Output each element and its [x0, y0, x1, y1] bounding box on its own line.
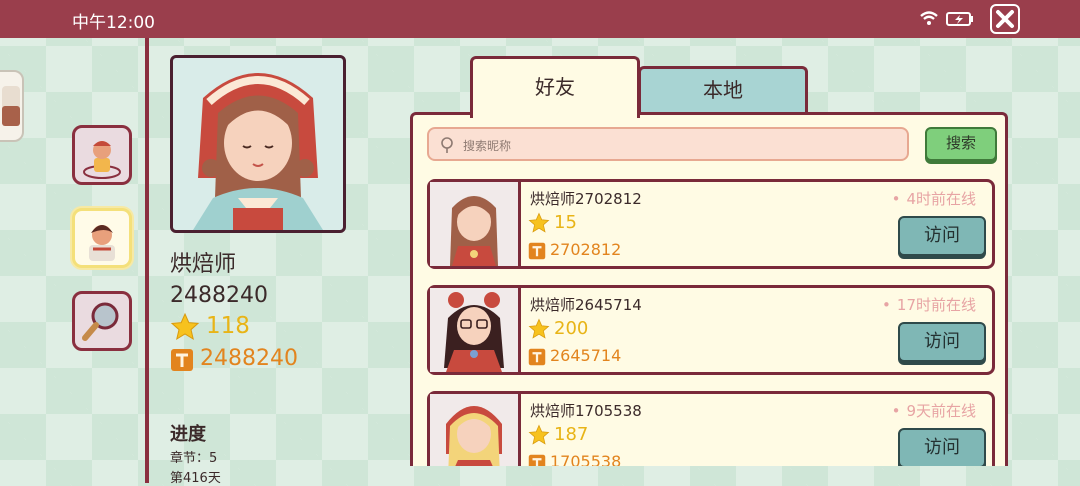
star-icon [528, 424, 550, 445]
player-name: 烘焙师 [170, 252, 237, 277]
visit-button[interactable]: 访问 [898, 428, 986, 466]
friend-card: 烘焙师2702812 15 2702812 4时前在线 访问 [427, 179, 995, 269]
friend-online-status: 17时前在线 [882, 294, 976, 315]
search-input[interactable]: 搜索昵称 [427, 127, 909, 161]
status-bar: 中午12:00 [0, 0, 1080, 38]
tab-local[interactable]: 本地 [638, 66, 808, 114]
sidebar-friends-button[interactable] [72, 208, 132, 268]
chef-avatar-icon [83, 141, 121, 179]
search-placeholder: 搜索昵称 [463, 139, 512, 153]
friend-code: 2702812 [550, 240, 622, 259]
magnifier-icon [82, 302, 119, 341]
friend-portrait [450, 196, 498, 266]
visit-button[interactable]: 访问 [898, 216, 986, 256]
jar-icon [2, 86, 20, 126]
battery-icon [946, 12, 973, 26]
friend-avatar [430, 182, 521, 266]
code-badge-icon [528, 348, 546, 366]
visit-button[interactable]: 访问 [898, 322, 986, 362]
star-icon [528, 318, 550, 339]
star-icon [528, 212, 550, 233]
sidebar-profile-button[interactable] [72, 125, 132, 185]
tab-friends[interactable]: 好友 [470, 56, 640, 118]
friend-name: 烘焙师2645714 [530, 296, 642, 314]
star-icon [170, 312, 200, 341]
code-badge-icon [528, 454, 546, 466]
player-id: 2488240 [170, 283, 268, 308]
friend-code: 2645714 [550, 346, 622, 365]
player-code: 2488240 [200, 346, 298, 371]
friend-code: 1705538 [550, 452, 622, 466]
friend-avatar [430, 394, 521, 466]
friend-portrait [444, 292, 504, 372]
friend-avatar [430, 288, 521, 372]
friends-panel: 搜索昵称 搜索 烘焙师2702812 15 2702812 4时前在线 访问 [410, 112, 1008, 466]
friend-online-status: 9天前在线 [892, 400, 976, 421]
friend-card: 烘焙师2645714 200 2645714 17时前在线 访问 [427, 285, 995, 375]
wifi-icon [920, 11, 938, 25]
friend-stars: 200 [554, 318, 589, 339]
friend-stars: 15 [554, 212, 577, 233]
close-button[interactable] [990, 4, 1020, 34]
side-drawer-handle[interactable] [0, 70, 24, 142]
friend-name: 烘焙师2702812 [530, 190, 642, 208]
friend-online-status: 4时前在线 [892, 188, 976, 209]
progress-chapter: 章节：5 [170, 451, 218, 466]
progress-title: 进度 [170, 424, 206, 445]
code-badge-icon [171, 349, 193, 371]
player-stars: 118 [206, 313, 250, 339]
search-icon [441, 137, 453, 153]
baker-girl-portrait [193, 73, 323, 230]
friend-avatar-icon [89, 225, 115, 261]
friend-stars: 187 [554, 424, 589, 445]
panel-divider [145, 38, 149, 483]
search-button[interactable]: 搜索 [925, 127, 997, 161]
friend-name: 烘焙师1705538 [530, 402, 642, 420]
close-icon [996, 10, 1014, 28]
sidebar-search-button[interactable] [72, 291, 132, 351]
friend-card: 烘焙师1705538 187 1705538 9天前在线 访问 [427, 391, 995, 466]
progress-day: 第416天 [170, 471, 221, 486]
friend-portrait [446, 406, 502, 466]
code-badge-icon [528, 242, 546, 260]
clock: 中午12:00 [72, 13, 155, 33]
player-avatar [170, 55, 346, 233]
